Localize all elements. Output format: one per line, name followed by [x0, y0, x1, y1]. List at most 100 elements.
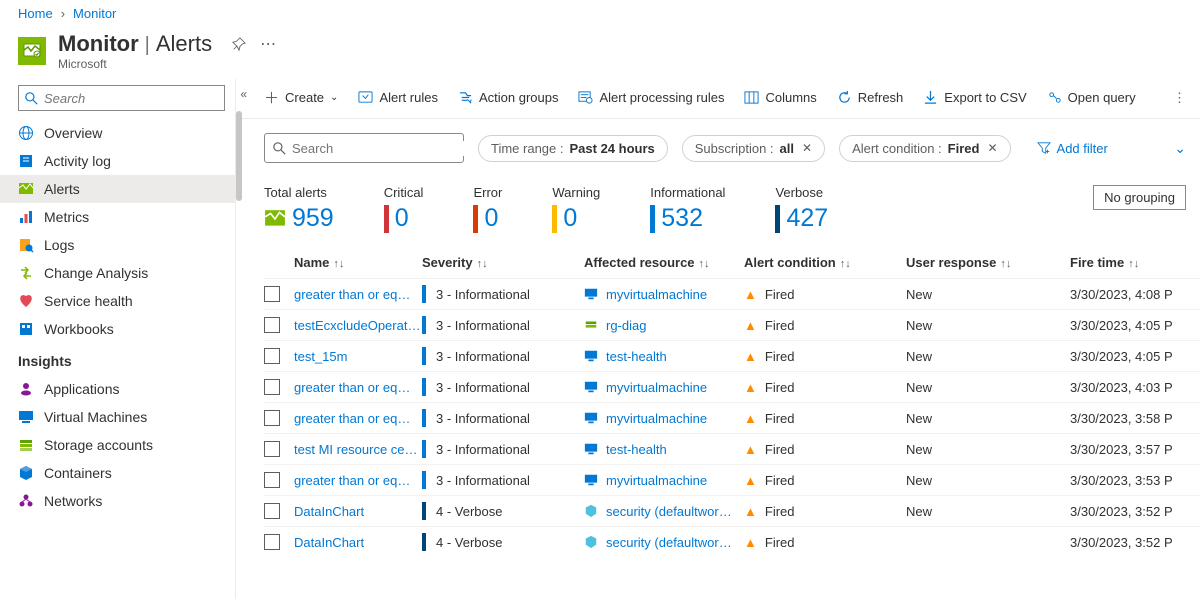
row-checkbox[interactable] — [264, 503, 280, 519]
col-resource[interactable]: Affected resource↑↓ — [584, 255, 744, 270]
processing-rules-button[interactable]: Alert processing rules — [578, 90, 724, 105]
row-checkbox[interactable] — [264, 410, 280, 426]
sidebar-item-networks[interactable]: Networks — [0, 487, 235, 515]
export-csv-button[interactable]: Export to CSV — [923, 90, 1026, 105]
grouping-dropdown[interactable]: No grouping — [1093, 185, 1186, 210]
stat-informational[interactable]: Informational532 — [650, 185, 725, 233]
fire-time-text: 3/30/2023, 3:53 P — [1070, 473, 1173, 488]
breadcrumb: Home › Monitor — [0, 0, 1200, 27]
table-row[interactable]: greater than or eq…3 - Informationalmyvi… — [264, 371, 1200, 402]
table-row[interactable]: test_15m3 - Informationaltest-health▲Fir… — [264, 340, 1200, 371]
breadcrumb-home[interactable]: Home — [18, 6, 53, 21]
table-row[interactable]: DataInChart4 - Verbosesecurity (defaultw… — [264, 495, 1200, 526]
response-text: New — [906, 504, 932, 519]
sidebar-item-overview[interactable]: Overview — [0, 119, 235, 147]
filter-subscription[interactable]: Subscription :all✕ — [682, 135, 825, 162]
filter-time-range[interactable]: Time range :Past 24 hours — [478, 135, 668, 162]
sidebar-item-change-analysis[interactable]: Change Analysis — [0, 259, 235, 287]
close-icon[interactable]: ✕ — [987, 141, 997, 155]
sidebar-item-alerts[interactable]: Alerts — [0, 175, 235, 203]
resource-link[interactable]: security (defaultwor… — [606, 535, 732, 550]
sidebar-item-logs[interactable]: Logs — [0, 231, 235, 259]
open-query-button[interactable]: Open query — [1047, 90, 1136, 105]
row-checkbox[interactable] — [264, 317, 280, 333]
row-checkbox[interactable] — [264, 472, 280, 488]
col-severity[interactable]: Severity↑↓ — [422, 255, 584, 270]
columns-button[interactable]: Columns — [744, 90, 816, 105]
main-search-input[interactable] — [292, 141, 468, 156]
table-row[interactable]: greater than or eq…3 - Informationalmyvi… — [264, 402, 1200, 433]
condition-text: Fired — [765, 535, 795, 550]
alert-rules-button[interactable]: Alert rules — [358, 90, 438, 105]
pin-icon[interactable] — [232, 37, 246, 51]
row-checkbox[interactable] — [264, 379, 280, 395]
add-filter-button[interactable]: Add filter — [1025, 136, 1120, 161]
table-row[interactable]: greater than or eq…3 - Informationalmyvi… — [264, 464, 1200, 495]
table-row[interactable]: DataInChart4 - Verbosesecurity (defaultw… — [264, 526, 1200, 557]
col-condition[interactable]: Alert condition↑↓ — [744, 255, 906, 270]
resource-link[interactable]: myvirtualmachine — [606, 287, 707, 302]
alert-name-link[interactable]: greater than or eq… — [294, 287, 410, 302]
alert-name-link[interactable]: DataInChart — [294, 504, 364, 519]
sidebar-item-service-health[interactable]: Service health — [0, 287, 235, 315]
col-response[interactable]: User response↑↓ — [906, 255, 1070, 270]
sidebar-search-input[interactable] — [44, 91, 222, 106]
sidebar-item-workbooks[interactable]: Workbooks — [0, 315, 235, 343]
main-search[interactable] — [264, 133, 464, 163]
condition-text: Fired — [765, 287, 795, 302]
resource-icon — [584, 535, 598, 549]
resource-link[interactable]: test-health — [606, 442, 667, 457]
row-checkbox[interactable] — [264, 286, 280, 302]
sidebar-item-containers[interactable]: Containers — [0, 459, 235, 487]
stat-critical[interactable]: Critical0 — [384, 185, 424, 233]
fire-time-text: 3/30/2023, 4:05 P — [1070, 349, 1173, 364]
page-title: Monitor — [58, 31, 139, 57]
sidebar-item-storage-accounts[interactable]: Storage accounts — [0, 431, 235, 459]
nav-label: Service health — [44, 293, 133, 309]
row-checkbox[interactable] — [264, 534, 280, 550]
scrollbar[interactable] — [236, 111, 242, 201]
filter-alert-condition[interactable]: Alert condition :Fired✕ — [839, 135, 1010, 162]
table-row[interactable]: greater than or eq…3 - Informationalmyvi… — [264, 278, 1200, 309]
col-name[interactable]: Name↑↓ — [294, 255, 422, 270]
sidebar-item-virtual-machines[interactable]: Virtual Machines — [0, 403, 235, 431]
table-row[interactable]: test MI resource ce…3 - Informationaltes… — [264, 433, 1200, 464]
stat-error[interactable]: Error0 — [473, 185, 502, 233]
sidebar-item-metrics[interactable]: Metrics — [0, 203, 235, 231]
col-time[interactable]: Fire time↑↓ — [1070, 255, 1190, 270]
sidebar: « OverviewActivity logAlertsMetricsLogsC… — [0, 79, 236, 599]
refresh-button[interactable]: Refresh — [837, 90, 904, 105]
action-groups-button[interactable]: Action groups — [458, 90, 559, 105]
resource-link[interactable]: myvirtualmachine — [606, 380, 707, 395]
alert-name-link[interactable]: greater than or eq… — [294, 380, 410, 395]
response-text: New — [906, 411, 932, 426]
stat-warning[interactable]: Warning0 — [552, 185, 600, 233]
alert-name-link[interactable]: DataInChart — [294, 535, 364, 550]
alert-name-link[interactable]: greater than or eq… — [294, 473, 410, 488]
alert-name-link[interactable]: greater than or eq… — [294, 411, 410, 426]
resource-link[interactable]: myvirtualmachine — [606, 411, 707, 426]
alert-name-link[interactable]: test_15m — [294, 349, 347, 364]
row-checkbox[interactable] — [264, 441, 280, 457]
stat-verbose[interactable]: Verbose427 — [775, 185, 828, 233]
severity-bar — [422, 440, 426, 458]
sidebar-item-activity-log[interactable]: Activity log — [0, 147, 235, 175]
create-button[interactable]: ＋Create⌄ — [264, 87, 338, 108]
condition-text: Fired — [765, 318, 795, 333]
sidebar-item-applications[interactable]: Applications — [0, 375, 235, 403]
alert-name-link[interactable]: test MI resource ce… — [294, 442, 418, 457]
alert-name-link[interactable]: testEcxcludeOperat… — [294, 318, 420, 333]
plus-icon: ＋ — [264, 87, 279, 108]
row-checkbox[interactable] — [264, 348, 280, 364]
breadcrumb-monitor[interactable]: Monitor — [73, 6, 116, 21]
chevron-down-icon[interactable]: ⌄ — [1174, 140, 1186, 157]
resource-link[interactable]: myvirtualmachine — [606, 473, 707, 488]
table-row[interactable]: testEcxcludeOperat…3 - Informationalrg-d… — [264, 309, 1200, 340]
close-icon[interactable]: ✕ — [802, 141, 812, 155]
stat-total[interactable]: Total alerts959 — [264, 185, 334, 233]
more-icon[interactable]: ⋯ — [260, 34, 276, 54]
sidebar-search[interactable] — [18, 85, 225, 111]
resource-link[interactable]: rg-diag — [606, 318, 646, 333]
resource-link[interactable]: test-health — [606, 349, 667, 364]
resource-link[interactable]: security (defaultwor… — [606, 504, 732, 519]
